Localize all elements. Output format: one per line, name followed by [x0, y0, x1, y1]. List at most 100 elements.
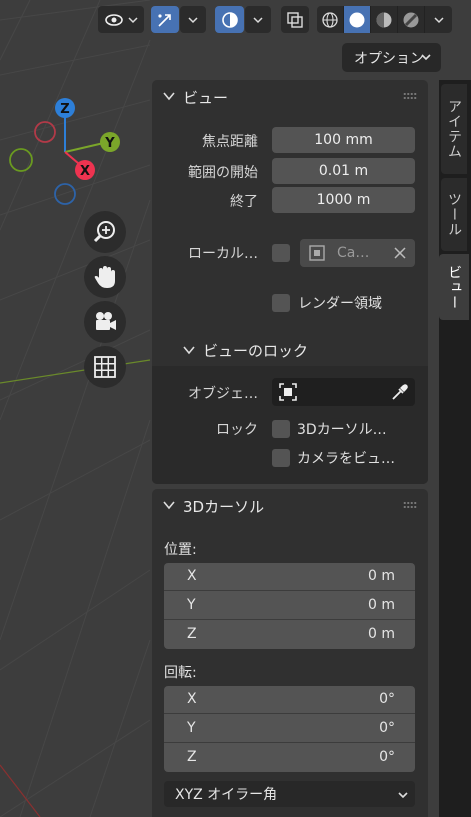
shading-solid-button[interactable]: [344, 6, 371, 33]
local-camera-checkbox[interactable]: [272, 244, 290, 262]
clip-end-label: 終了: [230, 194, 258, 210]
axis-label: X: [187, 691, 197, 707]
gizmo-neg-y[interactable]: [9, 148, 33, 172]
focal-length-label: 焦点距離: [202, 134, 258, 150]
shading-material-button[interactable]: [371, 6, 398, 33]
axis-label: Z: [187, 626, 197, 642]
clip-start-label: 範囲の開始: [188, 165, 258, 181]
chevron-down-icon: [433, 16, 444, 23]
axis-label: Z: [187, 749, 197, 765]
lock-cursor-label: 3Dカーソル…: [297, 422, 387, 438]
sidebar-tabs: アイテム ツール ビュー: [439, 80, 471, 817]
axis-label: X: [187, 568, 197, 584]
xray-toggle[interactable]: [281, 6, 309, 33]
chevron-down-icon: [421, 54, 431, 61]
grid-icon: [94, 356, 116, 378]
rotation-mode-select[interactable]: XYZ オイラー角: [164, 781, 415, 807]
camera-icon: [96, 312, 116, 330]
gizmo-y-label: Y: [104, 136, 115, 151]
view-lock-header[interactable]: ビューのロック: [152, 334, 428, 366]
location-y-field[interactable]: Y 0 m: [164, 592, 415, 620]
shading-rendered-button[interactable]: [398, 6, 425, 33]
pan-button[interactable]: [84, 256, 126, 298]
clip-end-field[interactable]: 1000 m: [272, 187, 415, 213]
view-lock-title: ビューのロック: [203, 342, 309, 360]
axis-value: 0°: [379, 691, 395, 707]
rotation-z-field[interactable]: Z 0°: [164, 744, 415, 772]
axis-value: 0 m: [368, 597, 395, 613]
tab-view[interactable]: ビュー: [439, 254, 469, 320]
options-label: オプション: [354, 50, 424, 67]
overlays-toggle[interactable]: [215, 6, 244, 33]
focal-length-field[interactable]: 100 mm: [272, 127, 415, 153]
shading-mode-group: [317, 6, 452, 33]
tab-view-label: ビュー: [446, 264, 462, 310]
gizmo-z-label: Z: [60, 102, 69, 117]
lock-label: ロック: [216, 422, 258, 438]
gizmo-toggle[interactable]: [151, 6, 179, 33]
rotation-vector: X 0° Y 0° Z 0°: [164, 686, 415, 772]
rotation-mode-value: XYZ オイラー角: [175, 787, 278, 803]
location-vector: X 0 m Y 0 m Z 0 m: [164, 563, 415, 649]
clear-x-icon[interactable]: [394, 247, 406, 259]
perspective-toggle-button[interactable]: [84, 346, 126, 388]
overlay-icon: [221, 11, 238, 28]
lock-object-label: オブジェ…: [188, 386, 258, 402]
axis-label: Y: [187, 597, 196, 613]
tab-tool[interactable]: ツール: [441, 178, 467, 251]
material-sphere-icon: [376, 12, 392, 27]
drag-grip-icon[interactable]: [403, 92, 417, 100]
chevron-down-icon: [253, 16, 263, 23]
cursor-panel-title: 3Dカーソル: [183, 498, 265, 516]
rotation-label: 回転:: [164, 665, 197, 681]
solid-sphere-icon: [349, 12, 365, 27]
gizmo-neg-x[interactable]: [34, 121, 56, 143]
object-box-icon: [279, 383, 297, 401]
local-camera-label: ローカル…: [188, 246, 258, 262]
collapse-arrow-icon: [163, 501, 175, 510]
lock-camera-label: カメラをビュ…: [297, 451, 395, 467]
eye-icon: [105, 13, 123, 26]
xray-icon: [287, 11, 303, 28]
render-region-checkbox[interactable]: [272, 294, 290, 312]
shading-wireframe-button[interactable]: [317, 6, 344, 33]
rendered-sphere-icon: [403, 12, 419, 27]
shading-dropdown[interactable]: [425, 6, 452, 33]
clip-start-field[interactable]: 0.01 m: [272, 158, 415, 184]
lock-camera-checkbox[interactable]: [272, 449, 290, 467]
chevron-down-icon: [128, 16, 138, 23]
local-camera-value: Ca…: [337, 245, 370, 261]
visibility-dropdown[interactable]: [98, 6, 144, 33]
axis-value: 0°: [379, 749, 395, 765]
overlays-dropdown[interactable]: [245, 6, 271, 33]
gizmo-neg-z[interactable]: [54, 183, 76, 205]
collapse-arrow-icon: [163, 92, 175, 101]
tab-item-label: アイテム: [446, 99, 462, 159]
rotation-x-field[interactable]: X 0°: [164, 686, 415, 714]
location-x-field[interactable]: X 0 m: [164, 563, 415, 591]
drag-grip-icon[interactable]: [403, 501, 417, 509]
location-label: 位置:: [164, 542, 197, 558]
render-region-label: レンダー領域: [298, 296, 382, 312]
chevron-down-icon: [188, 16, 198, 23]
axis-value: 0 m: [368, 568, 395, 584]
lock-object-field[interactable]: [272, 378, 415, 406]
hand-icon: [94, 266, 115, 288]
navigation-gizmo[interactable]: Z Y X: [0, 90, 140, 210]
lock-cursor-checkbox[interactable]: [272, 420, 290, 438]
zoom-button[interactable]: [84, 211, 126, 253]
axis-label: Y: [187, 720, 196, 736]
eyedropper-icon[interactable]: [390, 382, 410, 402]
view-panel-header[interactable]: ビュー: [152, 80, 428, 112]
zoom-icon: [93, 221, 115, 243]
tab-item[interactable]: アイテム: [441, 84, 467, 174]
local-camera-field[interactable]: Ca…: [300, 239, 415, 267]
options-dropdown[interactable]: オプション: [342, 43, 441, 72]
cursor-panel-header[interactable]: 3Dカーソル: [152, 489, 428, 521]
rotation-y-field[interactable]: Y 0°: [164, 715, 415, 743]
gizmo-dropdown[interactable]: [180, 6, 206, 33]
collapse-arrow-icon: [183, 346, 195, 355]
location-z-field[interactable]: Z 0 m: [164, 621, 415, 649]
camera-view-button[interactable]: [84, 301, 126, 343]
camera-object-icon: [309, 245, 325, 261]
